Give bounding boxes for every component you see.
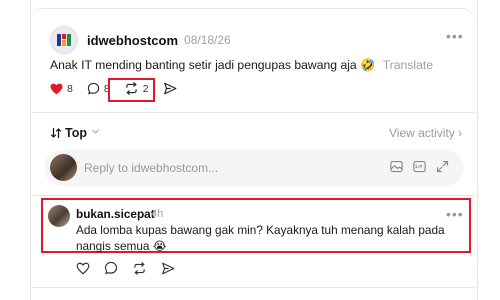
post-emoji: 🤣: [360, 58, 376, 72]
comment-text: Ada lomba kupas bawang gak min? Kayaknya…: [76, 222, 456, 254]
share-send-icon: [162, 262, 175, 274]
share-send-icon: [163, 82, 176, 95]
divider: [31, 287, 475, 288]
sort-arrows-icon: [50, 127, 62, 139]
image-icon[interactable]: [389, 159, 404, 174]
idwebhost-logo-icon: [57, 34, 71, 46]
expand-icon[interactable]: [435, 159, 450, 174]
comment-share-button[interactable]: [161, 262, 175, 275]
comment-emoji: 😭: [152, 239, 167, 253]
repost-highlight: [108, 78, 155, 102]
comment-bubble-icon: [87, 82, 100, 95]
comment-more-icon[interactable]: •••: [446, 206, 464, 222]
heart-icon: [76, 262, 90, 275]
reply-placeholder[interactable]: Reply to idwebhostcom...: [84, 161, 218, 175]
post-text: Anak IT mending banting setir jadi pengu…: [50, 58, 433, 72]
comment-time: 4h: [151, 208, 164, 220]
view-activity-link[interactable]: View activity ›: [389, 126, 462, 140]
chevron-down-icon: [91, 127, 100, 139]
comment-body: Ada lomba kupas bawang gak min? Kayaknya…: [76, 223, 445, 253]
post-username[interactable]: idwebhostcom: [87, 33, 178, 48]
comment-button[interactable]: 8: [87, 82, 110, 95]
reply-tools: [381, 159, 450, 174]
gif-icon[interactable]: [412, 159, 427, 174]
chevron-right-icon: ›: [458, 126, 463, 140]
post-more-icon[interactable]: •••: [446, 28, 464, 44]
divider: [31, 195, 475, 196]
like-count: 8: [67, 82, 73, 95]
current-user-avatar: [50, 154, 77, 181]
avatar[interactable]: [50, 26, 78, 54]
comment-username[interactable]: bukan.sicepat: [76, 207, 155, 221]
comment-repost-button[interactable]: [132, 261, 147, 275]
view-activity-label: View activity: [389, 126, 455, 140]
divider: [31, 112, 475, 113]
sort-dropdown[interactable]: Top: [50, 126, 100, 140]
post-date: 08/18/26: [184, 33, 231, 47]
post-header: idwebhostcom 08/18/26: [50, 26, 231, 54]
comment-actions: [76, 261, 189, 275]
comment-like-button[interactable]: [76, 262, 90, 275]
heart-filled-icon: [50, 83, 63, 94]
reply-input[interactable]: Reply to idwebhostcom...: [44, 150, 464, 186]
sort-label: Top: [65, 126, 87, 140]
like-button[interactable]: 8: [50, 83, 73, 95]
comment-reply-button[interactable]: [104, 261, 118, 275]
post-body: Anak IT mending banting setir jadi pengu…: [50, 58, 357, 72]
share-button[interactable]: [163, 82, 181, 95]
comment-avatar[interactable]: [48, 205, 70, 227]
repost-icon: [134, 261, 145, 275]
translate-link[interactable]: Translate: [383, 58, 433, 72]
comment-bubble-icon: [104, 261, 118, 275]
